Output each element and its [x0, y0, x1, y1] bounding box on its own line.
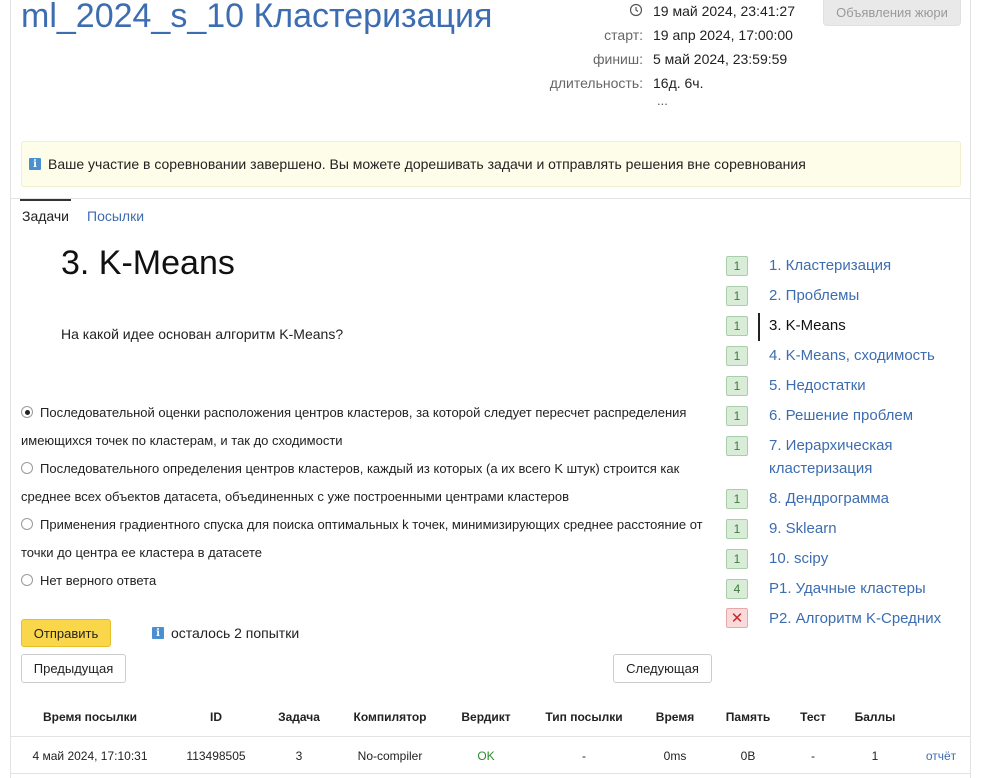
sidebar-problem-link[interactable]: 5. Недостатки — [769, 374, 964, 397]
column-header: Компилятор — [353, 710, 427, 724]
problem-title: 3. K-Means — [61, 244, 235, 282]
sidebar-problem-link[interactable]: 9. Sklearn — [769, 517, 964, 540]
sidebar-problem-link[interactable]: P2. Алгоритм K-Средних — [769, 607, 964, 630]
submission-id: 113498505 — [186, 749, 246, 763]
column-header: ID — [210, 710, 222, 724]
failed-icon: ✕ — [726, 608, 748, 628]
submission-type: - — [582, 749, 586, 763]
current-time: 19 май 2024, 23:41:27 — [653, 3, 796, 19]
submission-test: - — [811, 749, 815, 763]
attempts-remaining: i осталось 2 попытки — [152, 625, 299, 641]
sidebar-problem-link[interactable]: 7. Иерархическая кластеризация — [769, 434, 964, 480]
duration-value: 16д. 6ч. — [653, 75, 704, 91]
column-header: Время посылки — [42, 710, 138, 724]
info-icon: i — [29, 158, 41, 170]
problem-badge: 1 — [726, 489, 748, 509]
problem-badge: 1 — [726, 436, 748, 456]
more-info-link[interactable]: ... — [657, 93, 668, 108]
tab-submissions[interactable]: Посылки — [87, 208, 144, 224]
tabs-divider — [10, 198, 971, 199]
problem-badge: 1 — [726, 286, 748, 306]
clock-icon — [629, 3, 643, 17]
problem-badge: 1 — [726, 549, 748, 569]
submission-compiler: No-compiler — [357, 749, 423, 763]
sidebar-problem-link[interactable]: 2. Проблемы — [769, 284, 964, 307]
duration-label: длительность: — [549, 75, 643, 91]
option-text-2[interactable]: Последовательного определения центров кл… — [21, 455, 711, 511]
sidebar-problem-link[interactable]: 6. Решение проблем — [769, 404, 964, 427]
problem-badge: 1 — [726, 346, 748, 366]
attempts-text: осталось 2 попытки — [171, 625, 300, 641]
report-link[interactable]: отчёт — [926, 749, 956, 763]
next-problem-button[interactable]: Следующая — [613, 654, 712, 683]
finish-label: финиш: — [592, 51, 643, 67]
option-text-3[interactable]: Применения градиентного спуска для поиск… — [21, 511, 711, 567]
start-label: старт: — [604, 27, 643, 43]
contest-title: ml_2024_s_10 Кластеризация — [21, 0, 493, 35]
column-header: Задача — [278, 710, 320, 724]
jury-announcements-button[interactable]: Объявления жюри — [823, 0, 961, 26]
problem-badge: 4 — [726, 579, 748, 599]
info-icon: i — [152, 627, 164, 639]
option-text-4[interactable]: Нет верного ответа — [21, 567, 711, 595]
sidebar-problem-current[interactable]: 3. K-Means — [769, 314, 964, 337]
table-bottom-divider — [10, 773, 971, 774]
sidebar-problem-link[interactable]: P1. Удачные кластеры — [769, 577, 964, 600]
column-header: Вердикт — [461, 710, 511, 724]
page-frame-left — [10, 0, 11, 778]
problem-question: На какой идее основан алгоритм K-Means? — [61, 326, 344, 342]
participation-alert: i Ваше участие в соревновании завершено.… — [21, 141, 961, 187]
problem-badge: 1 — [726, 519, 748, 539]
submission-verdict: OK — [477, 749, 495, 763]
column-header: Тест — [800, 710, 826, 724]
submission-time: 4 май 2024, 17:10:31 — [32, 749, 148, 763]
column-header: Время — [655, 710, 695, 724]
sidebar-problem-link[interactable]: 10. scipy — [769, 547, 964, 570]
finish-value: 5 май 2024, 23:59:59 — [653, 51, 788, 67]
submission-memory: 0B — [740, 749, 756, 763]
column-header: Баллы — [854, 710, 896, 724]
page-frame-right — [970, 0, 971, 778]
option-text-1[interactable]: Последовательной оценки расположения цен… — [21, 399, 711, 455]
submission-score: 1 — [871, 749, 879, 763]
problem-badge: 1 — [726, 256, 748, 276]
sidebar-problem-link[interactable]: 4. K-Means, сходимость — [769, 344, 964, 367]
problem-badge: 1 — [726, 406, 748, 426]
sidebar-problem-link[interactable]: 8. Дендрограмма — [769, 487, 964, 510]
submission-runtime: 0ms — [663, 749, 687, 763]
problem-badge: 1 — [726, 376, 748, 396]
sidebar-problem-link[interactable]: 1. Кластеризация — [769, 254, 964, 277]
column-header: Память — [725, 710, 771, 724]
submit-button[interactable]: Отправить — [21, 619, 111, 647]
column-header: Тип посылки — [545, 710, 623, 724]
submission-task: 3 — [295, 749, 303, 763]
current-problem-marker — [758, 313, 760, 341]
alert-text: Ваше участие в соревновании завершено. В… — [48, 156, 806, 172]
table-divider — [10, 736, 971, 737]
tab-problems[interactable]: Задачи — [20, 199, 71, 232]
problem-badge: 1 — [726, 316, 748, 336]
previous-problem-button[interactable]: Предыдущая — [21, 654, 126, 683]
start-value: 19 апр 2024, 17:00:00 — [653, 27, 793, 43]
